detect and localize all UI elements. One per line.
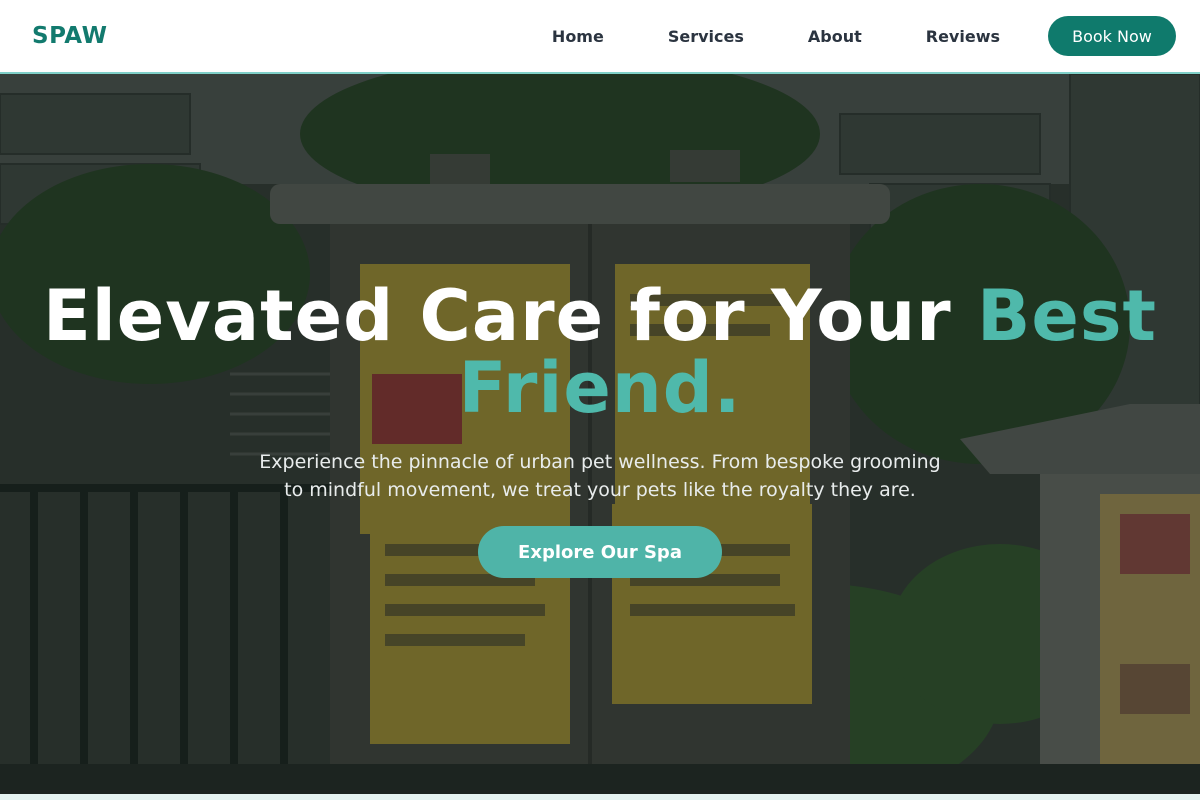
nav-links: Home Services About Reviews [552,27,1000,46]
hero-section: Elevated Care for Your Best Friend. Expe… [0,74,1200,794]
explore-spa-button[interactable]: Explore Our Spa [478,526,722,578]
book-now-button[interactable]: Book Now [1048,16,1176,56]
nav-link-services[interactable]: Services [668,27,744,46]
brand-logo[interactable]: SPAW [32,23,107,49]
hero-title: Elevated Care for Your Best Friend. [0,280,1200,424]
hero-content: Elevated Care for Your Best Friend. Expe… [0,280,1200,578]
nav-link-about[interactable]: About [808,27,862,46]
top-navbar: SPAW Home Services About Reviews Book No… [0,0,1200,74]
nav-link-home[interactable]: Home [552,27,604,46]
hero-subtitle: Experience the pinnacle of urban pet wel… [259,451,941,501]
nav-link-reviews[interactable]: Reviews [926,27,1000,46]
section-divider [0,794,1200,800]
hero-title-main: Elevated Care for Your [42,275,978,357]
